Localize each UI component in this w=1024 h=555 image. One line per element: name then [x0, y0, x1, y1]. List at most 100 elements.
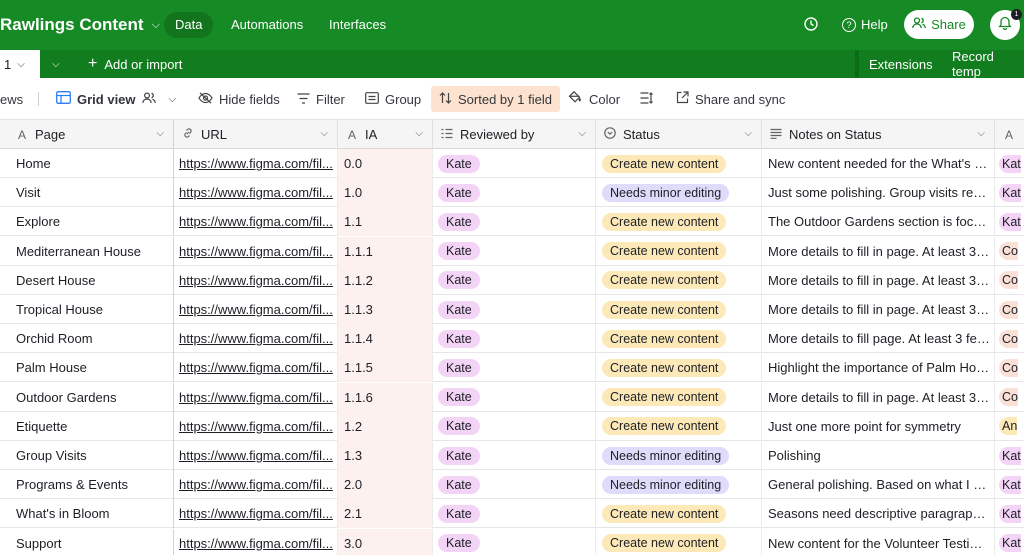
notes-cell[interactable]: The Outdoor Gardens section is focus...	[762, 207, 995, 237]
row-height-button[interactable]	[640, 86, 653, 112]
extra-cell[interactable]: Kat	[995, 499, 1024, 528]
table-row[interactable]: Mediterranean House https://www.figma.com…	[0, 236, 1024, 266]
base-title-button[interactable]: Rawlings Content ⌵	[0, 0, 160, 50]
notes-cell[interactable]: Just one more point for symmetry	[762, 411, 995, 441]
reviewed-by-cell[interactable]: Kate	[433, 265, 596, 295]
reviewed-by-cell[interactable]: Kate	[433, 236, 596, 266]
url-link[interactable]: https://www.figma.com/fil...	[179, 244, 333, 259]
filter-button[interactable]: Filter	[297, 86, 345, 112]
reviewed-by-cell[interactable]: Kate	[433, 295, 596, 324]
sort-button[interactable]: Sorted by 1 field	[431, 86, 560, 112]
column-header-page[interactable]: A Page ⌵	[0, 120, 174, 149]
page-cell[interactable]: Etiquette	[0, 411, 174, 441]
page-cell[interactable]: Desert House	[0, 265, 174, 295]
reviewed-by-cell[interactable]: Kate	[433, 382, 596, 412]
chevron-down-icon[interactable]: ⌵	[156, 128, 164, 139]
ia-cell[interactable]: 1.1.1	[338, 236, 433, 266]
tab-data[interactable]: Data	[164, 12, 214, 38]
ia-cell[interactable]: 1.1.6	[338, 382, 433, 412]
column-header-ia[interactable]: A IA ⌵	[338, 120, 433, 149]
column-header-extra[interactable]: A	[995, 120, 1024, 149]
status-cell[interactable]: Needs minor editing	[596, 470, 762, 500]
reviewed-by-cell[interactable]: Kate	[433, 207, 596, 237]
table-row[interactable]: Support https://www.figma.com/fil... 3.0 Ka…	[0, 528, 1024, 555]
status-cell[interactable]: Create new content	[596, 149, 762, 178]
table-tab-active[interactable]: 1 ⌵	[0, 50, 40, 78]
url-link[interactable]: https://www.figma.com/fil...	[179, 390, 333, 405]
url-cell[interactable]: https://www.figma.com/fil...	[174, 178, 338, 208]
url-link[interactable]: https://www.figma.com/fil...	[179, 506, 333, 521]
table-row[interactable]: Etiquette https://www.figma.com/fil... 1.2…	[0, 411, 1024, 441]
share-and-sync-button[interactable]: Share and sync	[676, 86, 785, 112]
status-cell[interactable]: Needs minor editing	[596, 441, 762, 470]
chevron-down-icon[interactable]: ⌵	[744, 128, 752, 139]
table-row[interactable]: Programs & Events https://www.figma.com/f…	[0, 470, 1024, 500]
status-cell[interactable]: Create new content	[596, 324, 762, 354]
chevron-down-icon[interactable]: ⌵	[977, 128, 985, 139]
reviewed-by-cell[interactable]: Kate	[433, 499, 596, 529]
status-cell[interactable]: Create new content	[596, 528, 762, 555]
extra-cell[interactable]: Kat	[995, 470, 1024, 499]
reviewed-by-cell[interactable]: Kate	[433, 528, 596, 555]
url-link[interactable]: https://www.figma.com/fil...	[179, 156, 333, 171]
extra-cell[interactable]: An	[995, 412, 1024, 441]
status-cell[interactable]: Create new content	[596, 207, 762, 237]
page-cell[interactable]: Support	[0, 528, 174, 555]
page-cell[interactable]: Palm House	[0, 353, 174, 383]
table-row[interactable]: Outdoor Gardens https://www.figma.com/fil…	[0, 382, 1024, 412]
page-cell[interactable]: Visit	[0, 178, 174, 208]
page-cell[interactable]: Tropical House	[0, 295, 174, 324]
reviewed-by-cell[interactable]: Kate	[433, 441, 596, 470]
extra-cell[interactable]: Kat	[995, 178, 1024, 207]
ia-cell[interactable]: 1.1.2	[338, 265, 433, 295]
page-cell[interactable]: Home	[0, 149, 174, 178]
url-cell[interactable]: https://www.figma.com/fil...	[174, 149, 338, 178]
page-cell[interactable]: Programs & Events	[0, 470, 174, 500]
tab-interfaces[interactable]: Interfaces	[318, 12, 397, 38]
url-cell[interactable]: https://www.figma.com/fil...	[174, 295, 338, 324]
ia-cell[interactable]: 1.1.4	[338, 324, 433, 354]
views-toggle[interactable]: ews	[0, 86, 23, 112]
ia-cell[interactable]: 3.0	[338, 528, 433, 555]
share-button[interactable]: Share	[904, 10, 974, 39]
extra-cell[interactable]: Kat	[995, 441, 1024, 470]
url-link[interactable]: https://www.figma.com/fil...	[179, 419, 333, 434]
chevron-down-icon[interactable]: ⌵	[320, 128, 328, 139]
column-header-status[interactable]: Status ⌵	[596, 120, 762, 149]
chevron-down-icon[interactable]: ⌵	[578, 128, 586, 139]
color-button[interactable]: Color	[568, 86, 620, 112]
table-row[interactable]: Desert House https://www.figma.com/fil...…	[0, 265, 1024, 295]
url-link[interactable]: https://www.figma.com/fil...	[179, 331, 333, 346]
ia-cell[interactable]: 2.0	[338, 470, 433, 500]
notes-cell[interactable]: More details to fill in page. At least 3…	[762, 382, 995, 412]
ia-cell[interactable]: 1.1.3	[338, 295, 433, 324]
url-cell[interactable]: https://www.figma.com/fil...	[174, 470, 338, 500]
status-cell[interactable]: Create new content	[596, 411, 762, 441]
page-cell[interactable]: Mediterranean House	[0, 236, 174, 266]
notes-cell[interactable]: More details to fill page. At least 3 fe…	[762, 324, 995, 354]
record-template-button[interactable]: Record temp	[952, 49, 1024, 79]
reviewed-by-cell[interactable]: Kate	[433, 178, 596, 208]
url-link[interactable]: https://www.figma.com/fil...	[179, 477, 333, 492]
url-cell[interactable]: https://www.figma.com/fil...	[174, 324, 338, 354]
status-cell[interactable]: Needs minor editing	[596, 178, 762, 208]
reviewed-by-cell[interactable]: Kate	[433, 411, 596, 441]
reviewed-by-cell[interactable]: Kate	[433, 353, 596, 383]
notifications-button[interactable]: 1	[990, 9, 1022, 40]
extra-cell[interactable]: Co	[995, 237, 1024, 266]
url-cell[interactable]: https://www.figma.com/fil...	[174, 441, 338, 470]
extensions-button[interactable]: Extensions	[869, 50, 933, 78]
status-cell[interactable]: Create new content	[596, 353, 762, 383]
notes-cell[interactable]: More details to fill in page. At least 3…	[762, 236, 995, 266]
help-button[interactable]: ? Help	[842, 17, 888, 32]
tab-automations[interactable]: Automations	[220, 12, 314, 38]
url-cell[interactable]: https://www.figma.com/fil...	[174, 353, 338, 383]
notes-cell[interactable]: Polishing	[762, 441, 995, 470]
page-cell[interactable]: Explore	[0, 207, 174, 237]
notes-cell[interactable]: More details to fill in page. At least 3…	[762, 295, 995, 324]
ia-cell[interactable]: 2.1	[338, 499, 433, 529]
url-link[interactable]: https://www.figma.com/fil...	[179, 536, 333, 551]
ia-cell[interactable]: 1.1.5	[338, 353, 433, 383]
notes-cell[interactable]: General polishing. Based on what I kn...	[762, 470, 995, 500]
column-header-reviewed-by[interactable]: Reviewed by ⌵	[433, 120, 596, 149]
